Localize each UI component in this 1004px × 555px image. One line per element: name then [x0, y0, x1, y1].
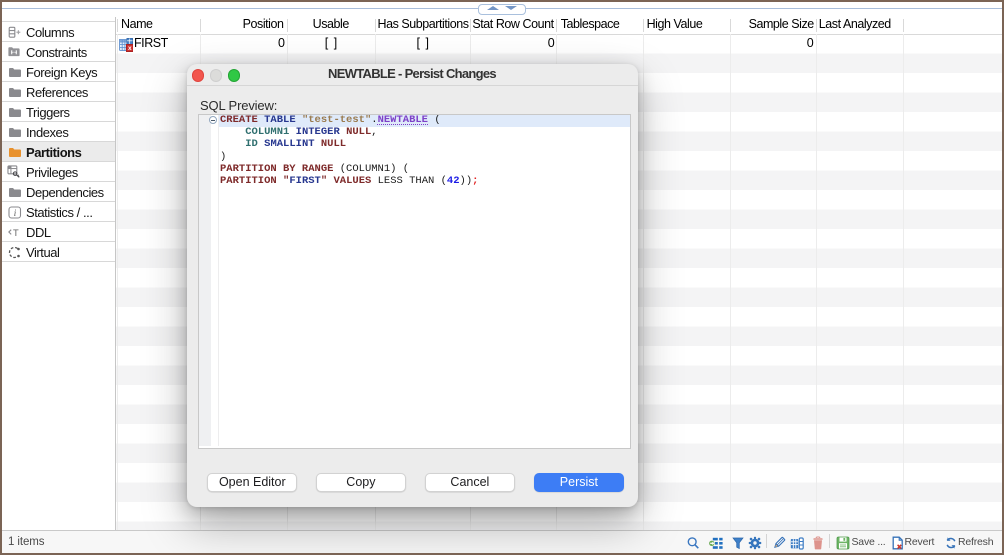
svg-text:T: T [13, 228, 19, 238]
svg-text:x: x [127, 45, 131, 52]
svg-text:i: i [14, 208, 17, 218]
